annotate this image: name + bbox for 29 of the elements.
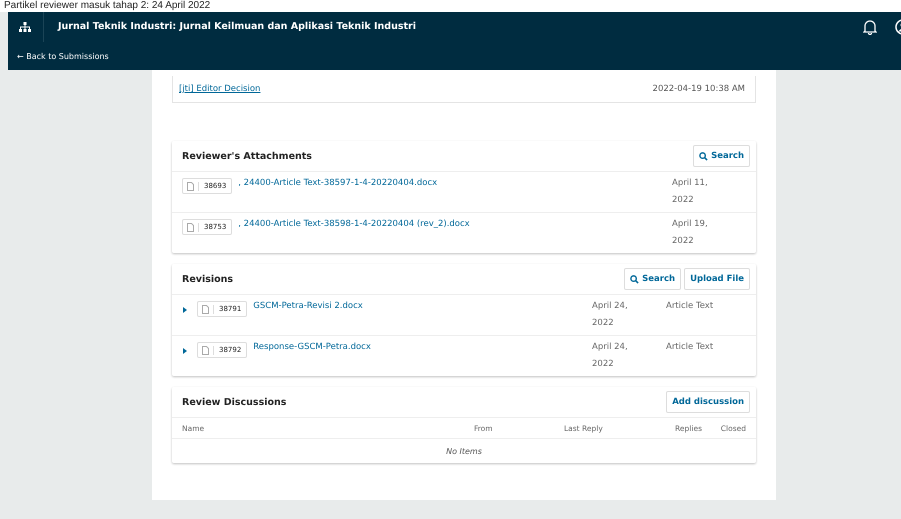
- search-icon: [699, 152, 708, 160]
- file-link[interactable]: Response-GSCM-Petra.docx: [253, 342, 584, 352]
- panel-title: Revisions: [182, 274, 234, 284]
- date-text: 2022-04-19 10:38 AM: [652, 84, 745, 94]
- email-link[interactable]: [jti] Editor Decision: [179, 84, 260, 94]
- search-button[interactable]: Search: [624, 268, 682, 290]
- sitemap-icon[interactable]: [19, 22, 31, 32]
- panel-title: Reviewer's Attachments: [182, 150, 312, 162]
- file-type-text: Article Text: [666, 301, 714, 311]
- date-text: April 24, 2022: [592, 300, 629, 330]
- date-text: April 11, 2022: [672, 177, 709, 207]
- date-text: April 19, 2022: [672, 218, 709, 248]
- file-link[interactable]: , 24400-Article Text-38597-1-4-20220404.docx: [238, 178, 664, 188]
- caption-text: Partikel reviewer masuk tahap 2: 24 April 2022: [0, 0, 901, 12]
- expand-arrow-icon[interactable]: [182, 348, 188, 354]
- expand-arrow-icon[interactable]: [182, 307, 188, 313]
- upload-file-button[interactable]: Upload File: [684, 268, 750, 290]
- file-link[interactable]: , 24400-Article Text-38598-1-4-20220404 (rev_2).docx: [238, 219, 664, 229]
- notification-bell-icon[interactable]: [863, 19, 877, 35]
- file-link[interactable]: GSCM-Petra-Revisi 2.docx: [253, 301, 584, 311]
- empty-message: No Items: [446, 446, 482, 456]
- file-type-text: Article Text: [666, 342, 714, 352]
- add-discussion-button[interactable]: Add discussion: [666, 391, 750, 413]
- search-button[interactable]: Search: [693, 145, 750, 167]
- back-link[interactable]: ← Back to Submissions: [8, 52, 109, 60]
- date-text: April 24, 2022: [592, 341, 629, 371]
- search-icon: [630, 274, 640, 284]
- panel-title: Review Discussions: [182, 396, 286, 408]
- journal-title: Jurnal Teknik Industri: Jurnal Keilmuan dan Aplikasi Teknik Industri: [43, 12, 416, 42]
